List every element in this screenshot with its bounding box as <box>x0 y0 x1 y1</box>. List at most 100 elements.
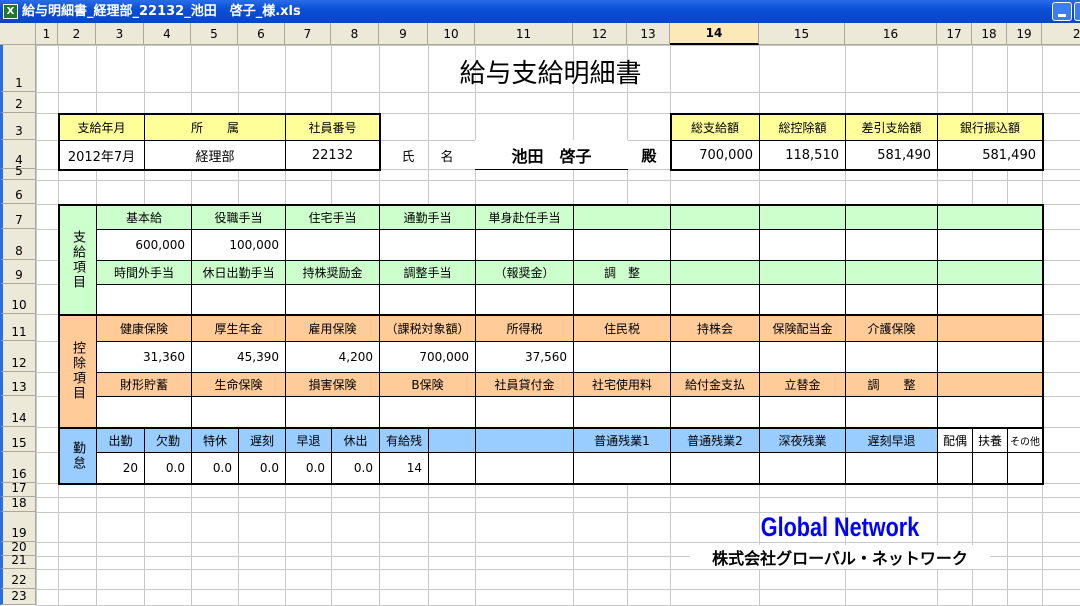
payment-value[interactable] <box>845 284 938 315</box>
deduction-value[interactable] <box>573 341 671 373</box>
row-header[interactable]: 9 <box>0 260 36 284</box>
deduction-value[interactable] <box>937 341 1043 373</box>
deduction-value[interactable]: 37,560 <box>475 341 574 373</box>
attendance-value[interactable] <box>845 452 938 484</box>
info-value[interactable]: 22132 <box>285 140 380 170</box>
column-header[interactable]: 20 <box>1042 23 1080 45</box>
attendance-value[interactable] <box>759 452 846 484</box>
info-value[interactable]: 2012年7月 <box>58 140 145 170</box>
row-header[interactable]: 18 <box>0 496 36 512</box>
row-header[interactable]: 21 <box>0 553 36 569</box>
column-header[interactable]: 12 <box>573 23 627 45</box>
attendance-value[interactable]: 0.0 <box>238 452 286 484</box>
deduction-value[interactable] <box>573 396 671 428</box>
column-header[interactable]: 9 <box>379 23 428 45</box>
deduction-value[interactable] <box>759 396 846 428</box>
payment-value[interactable] <box>191 284 286 315</box>
total-value[interactable]: 118,510 <box>759 140 846 170</box>
deduction-value[interactable]: 31,360 <box>96 341 192 373</box>
attendance-value[interactable]: 0.0 <box>144 452 192 484</box>
row-header[interactable]: 19 <box>0 512 36 542</box>
total-value[interactable]: 700,000 <box>670 140 760 170</box>
row-header[interactable]: 10 <box>0 284 36 314</box>
attendance-value[interactable]: 20 <box>96 452 145 484</box>
row-header[interactable]: 14 <box>0 396 36 427</box>
deduction-value[interactable] <box>937 396 1043 428</box>
row-header[interactable]: 15 <box>0 427 36 452</box>
payment-value[interactable] <box>379 229 476 261</box>
total-value[interactable]: 581,490 <box>845 140 938 170</box>
row-header[interactable]: 2 <box>0 92 36 113</box>
row-header[interactable]: 23 <box>0 589 36 605</box>
attendance-value[interactable] <box>475 452 574 484</box>
column-header[interactable]: 16 <box>845 23 937 45</box>
payment-value[interactable]: 600,000 <box>96 229 192 261</box>
row-header[interactable]: 12 <box>0 341 36 372</box>
payment-value[interactable] <box>937 284 1043 315</box>
attendance-value[interactable]: 0.0 <box>285 452 332 484</box>
column-header[interactable]: 4 <box>144 23 191 45</box>
column-header[interactable]: 15 <box>759 23 845 45</box>
payment-value[interactable] <box>475 229 574 261</box>
deduction-value[interactable]: 45,390 <box>191 341 286 373</box>
row-header[interactable]: 5 <box>0 164 36 180</box>
payment-value[interactable] <box>670 229 760 261</box>
deduction-value[interactable] <box>96 396 192 428</box>
payment-value[interactable] <box>845 229 938 261</box>
minimize-button[interactable] <box>1052 2 1072 21</box>
row-header[interactable]: 8 <box>0 229 36 260</box>
deduction-value[interactable] <box>845 341 938 373</box>
deduction-value[interactable] <box>670 396 760 428</box>
payment-value[interactable] <box>759 229 846 261</box>
payment-value[interactable] <box>285 229 380 261</box>
deduction-value[interactable] <box>670 341 760 373</box>
row-header[interactable]: 11 <box>0 314 36 341</box>
row-header[interactable]: 16 <box>0 452 36 483</box>
column-header[interactable]: 3 <box>96 23 144 45</box>
payment-value[interactable] <box>379 284 476 315</box>
column-header[interactable]: 19 <box>1007 23 1042 45</box>
maximize-button[interactable] <box>1074 2 1080 21</box>
payment-value[interactable] <box>475 284 574 315</box>
column-header[interactable]: 5 <box>191 23 238 45</box>
attendance-value[interactable]: 0.0 <box>331 452 380 484</box>
deduction-value[interactable]: 700,000 <box>379 341 476 373</box>
payment-value[interactable] <box>759 284 846 315</box>
column-header[interactable]: 18 <box>972 23 1007 45</box>
row-header[interactable]: 7 <box>0 204 36 229</box>
payment-value[interactable] <box>937 229 1043 261</box>
deduction-value[interactable] <box>475 396 574 428</box>
deduction-value[interactable] <box>191 396 286 428</box>
payment-value[interactable] <box>96 284 192 315</box>
attendance-value[interactable] <box>937 452 973 484</box>
attendance-value[interactable] <box>972 452 1008 484</box>
select-all-corner[interactable] <box>0 23 36 45</box>
payment-value[interactable] <box>285 284 380 315</box>
payment-value[interactable] <box>670 284 760 315</box>
column-header[interactable]: 14 <box>670 23 759 45</box>
row-header[interactable]: 22 <box>0 569 36 589</box>
column-header[interactable]: 1 <box>36 23 58 45</box>
payment-value[interactable] <box>573 229 671 261</box>
column-header[interactable]: 11 <box>475 23 573 45</box>
column-header[interactable]: 6 <box>238 23 285 45</box>
column-header[interactable]: 17 <box>937 23 972 45</box>
column-header[interactable]: 7 <box>285 23 331 45</box>
attendance-value[interactable] <box>428 452 476 484</box>
employee-name[interactable]: 池田 啓子 <box>475 140 628 170</box>
attendance-value[interactable] <box>1007 452 1043 484</box>
row-header[interactable]: 6 <box>0 180 36 204</box>
column-header[interactable]: 8 <box>331 23 379 45</box>
deduction-value[interactable]: 4,200 <box>285 341 380 373</box>
deduction-value[interactable] <box>379 396 476 428</box>
attendance-value[interactable] <box>670 452 760 484</box>
row-header[interactable]: 3 <box>0 113 36 140</box>
deduction-value[interactable] <box>759 341 846 373</box>
attendance-value[interactable]: 14 <box>379 452 429 484</box>
info-value[interactable]: 経理部 <box>144 140 286 170</box>
column-header[interactable]: 10 <box>428 23 475 45</box>
payment-value[interactable] <box>573 284 671 315</box>
deduction-value[interactable] <box>845 396 938 428</box>
attendance-value[interactable]: 0.0 <box>191 452 239 484</box>
row-header[interactable]: 1 <box>0 45 36 92</box>
